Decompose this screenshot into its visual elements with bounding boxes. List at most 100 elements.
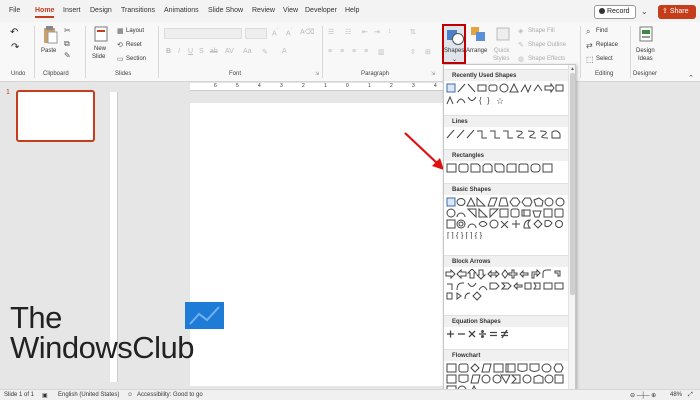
paint-bucket-icon[interactable]: ◈ bbox=[518, 27, 523, 35]
status-language[interactable]: English (United States) bbox=[58, 392, 119, 398]
tab-design[interactable]: Design bbox=[90, 7, 112, 14]
justify-icon[interactable]: ≡ bbox=[364, 48, 368, 55]
fit-to-window-icon[interactable]: ⤢ bbox=[688, 392, 693, 399]
numbering-icon[interactable]: ☷ bbox=[345, 28, 351, 36]
arrange-button[interactable]: Arrange bbox=[466, 48, 487, 54]
font-dialog-launcher-icon[interactable]: ⇲ bbox=[315, 71, 319, 77]
section-icon[interactable]: ▭ bbox=[117, 55, 124, 63]
bold-icon[interactable]: B bbox=[166, 48, 171, 55]
section-button[interactable]: Section bbox=[126, 56, 146, 62]
basic-shapes-grid[interactable]: [ ] { } [ ] { } bbox=[444, 197, 568, 239]
tab-slide-show[interactable]: Slide Show bbox=[208, 7, 243, 14]
layout-button[interactable]: Layout bbox=[126, 28, 144, 34]
collapse-ribbon-icon[interactable]: ⌃ bbox=[688, 74, 694, 82]
new-slide-icon[interactable] bbox=[94, 26, 108, 42]
pen-icon[interactable]: ✎ bbox=[518, 41, 524, 49]
arrange-icon[interactable] bbox=[470, 26, 486, 44]
spell-check-icon[interactable]: ▣ bbox=[42, 392, 48, 399]
tab-developer[interactable]: Developer bbox=[305, 7, 337, 14]
design-ideas-label-2[interactable]: Ideas bbox=[638, 56, 653, 62]
design-ideas-icon[interactable] bbox=[638, 25, 654, 45]
tab-transitions[interactable]: Transitions bbox=[121, 7, 155, 14]
redo-icon[interactable]: ↷ bbox=[11, 42, 19, 53]
bullets-icon[interactable]: ☰ bbox=[328, 28, 334, 36]
search-icon[interactable]: ⌕ bbox=[586, 27, 590, 37]
gallery-scrollbar-thumb[interactable] bbox=[570, 73, 575, 295]
italic-icon[interactable]: I bbox=[178, 48, 180, 55]
align-left-icon[interactable]: ≡ bbox=[328, 48, 332, 55]
text-direction-icon[interactable]: ⇅ bbox=[410, 28, 416, 36]
change-case-icon[interactable]: Aa bbox=[243, 48, 252, 55]
scroll-up-icon[interactable]: ▲ bbox=[570, 66, 575, 72]
tab-file[interactable]: File bbox=[9, 7, 20, 14]
effects-icon[interactable]: ◍ bbox=[518, 55, 524, 63]
shape-fill-button[interactable]: Shape Fill bbox=[528, 28, 555, 34]
new-slide-label-2[interactable]: Slide bbox=[92, 54, 105, 60]
equation-shapes-row[interactable] bbox=[444, 329, 568, 339]
smartart-icon[interactable]: ⊞ bbox=[425, 48, 431, 56]
replace-icon[interactable]: ⇄ bbox=[586, 41, 593, 50]
tab-home[interactable]: Home bbox=[35, 7, 55, 18]
shrink-font-icon[interactable]: Aˇ bbox=[286, 28, 293, 37]
columns-icon[interactable]: ▥ bbox=[378, 48, 385, 56]
shapes-button[interactable]: Shapes ⌄ bbox=[442, 24, 466, 64]
slide-thumbnail[interactable] bbox=[16, 90, 95, 142]
undo-icon[interactable]: ↶ bbox=[10, 27, 18, 38]
rectangles-row[interactable] bbox=[444, 163, 568, 173]
gallery-scrollbar[interactable]: ▲ ▼ bbox=[568, 65, 575, 399]
align-center-icon[interactable]: ≡ bbox=[340, 48, 344, 55]
cut-icon[interactable]: ✂ bbox=[64, 26, 71, 35]
grow-font-icon[interactable]: Aˆ bbox=[272, 28, 279, 37]
chevron-down-icon[interactable]: ⌄ bbox=[641, 7, 648, 16]
new-slide-label-1[interactable]: New bbox=[94, 46, 106, 52]
replace-button[interactable]: Replace bbox=[596, 42, 618, 48]
font-color-icon[interactable]: A bbox=[282, 48, 287, 55]
shape-effects-button[interactable]: Shape Effects bbox=[528, 56, 565, 62]
clear-formatting-icon[interactable]: A⌫ bbox=[300, 28, 315, 36]
copy-icon[interactable]: ⧉ bbox=[64, 39, 70, 49]
increase-indent-icon[interactable]: ⇥ bbox=[374, 28, 380, 36]
quick-styles-label-1[interactable]: Quick bbox=[494, 48, 509, 54]
tab-animations[interactable]: Animations bbox=[164, 7, 199, 14]
select-icon[interactable]: ⬚ bbox=[586, 55, 594, 64]
paste-button-label[interactable]: Paste bbox=[41, 48, 56, 54]
share-button[interactable]: ⇪ Share bbox=[658, 5, 696, 19]
record-button[interactable]: Record bbox=[594, 5, 636, 19]
char-spacing-icon[interactable]: AV bbox=[225, 48, 234, 55]
recent-shapes-row[interactable]: { } ☆ bbox=[444, 95, 568, 105]
font-name-dropdown[interactable] bbox=[164, 28, 242, 39]
design-ideas-label-1[interactable]: Design bbox=[636, 48, 655, 54]
quick-styles-label-2[interactable]: Styles bbox=[493, 56, 509, 62]
strikethrough-icon[interactable]: ab bbox=[210, 48, 218, 55]
tab-review[interactable]: Review bbox=[252, 7, 275, 14]
underline-icon[interactable]: U bbox=[188, 48, 193, 55]
font-size-dropdown[interactable] bbox=[245, 28, 267, 39]
paragraph-dialog-launcher-icon[interactable]: ⇲ bbox=[431, 71, 435, 77]
layout-icon[interactable]: ▦ bbox=[117, 27, 124, 35]
accessibility-icon[interactable]: ☺ bbox=[127, 392, 133, 398]
quick-styles-icon[interactable] bbox=[495, 26, 511, 44]
select-button[interactable]: Select bbox=[596, 56, 613, 62]
line-spacing-icon[interactable]: ↕ bbox=[388, 28, 392, 35]
reset-button[interactable]: Reset bbox=[126, 42, 142, 48]
block-arrows-grid[interactable] bbox=[444, 269, 568, 301]
status-accessibility[interactable]: Accessibility: Good to go bbox=[137, 392, 203, 398]
tab-insert[interactable]: Insert bbox=[63, 7, 81, 14]
status-zoom[interactable]: 48% bbox=[670, 392, 682, 398]
shape-outline-button[interactable]: Shape Outline bbox=[528, 42, 566, 48]
highlight-icon[interactable]: ✎ bbox=[262, 48, 268, 56]
zoom-slider[interactable]: ⊖ ─┼─ ⊕ bbox=[630, 392, 656, 399]
format-painter-icon[interactable]: ✎ bbox=[64, 51, 71, 60]
paste-icon[interactable] bbox=[42, 25, 58, 45]
tab-view[interactable]: View bbox=[283, 7, 298, 14]
lines-row[interactable] bbox=[444, 129, 568, 139]
tab-help[interactable]: Help bbox=[345, 7, 359, 14]
editor-scrollbar[interactable] bbox=[691, 88, 697, 384]
align-right-icon[interactable]: ≡ bbox=[352, 48, 356, 55]
reset-icon[interactable]: ⟲ bbox=[117, 41, 123, 49]
recent-shapes-row[interactable] bbox=[444, 83, 568, 93]
decrease-indent-icon[interactable]: ⇤ bbox=[362, 28, 368, 36]
find-button[interactable]: Find bbox=[596, 28, 608, 34]
align-text-icon[interactable]: ⇳ bbox=[410, 48, 416, 56]
shadow-icon[interactable]: S bbox=[199, 48, 204, 55]
